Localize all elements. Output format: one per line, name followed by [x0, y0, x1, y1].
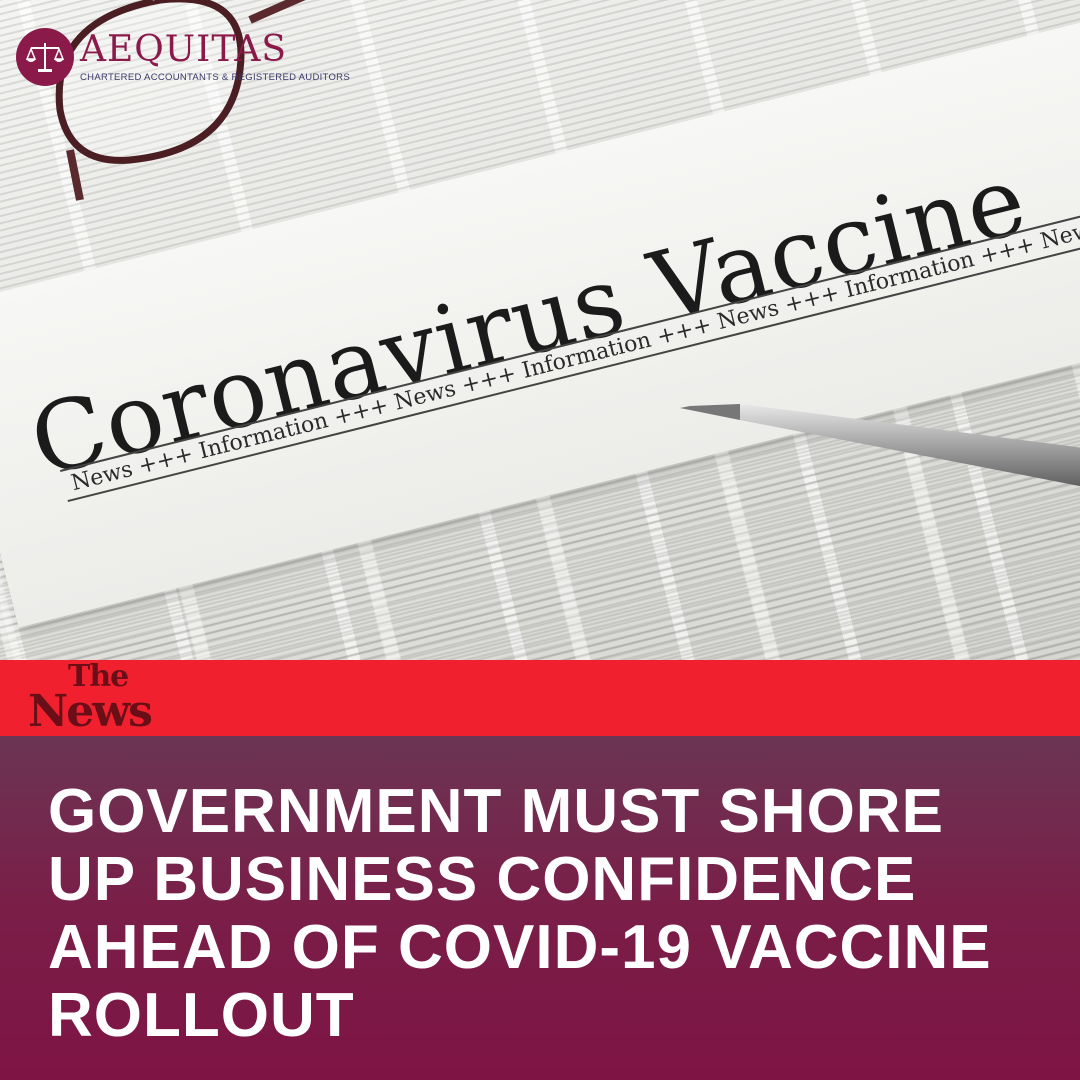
source-logo-news: News: [28, 686, 153, 737]
brand-name: AEQUITAS: [80, 28, 288, 70]
scales-icon: [16, 28, 74, 86]
pen-icon: [680, 404, 1080, 487]
source-band: The News: [0, 660, 1080, 736]
newspaper-photo: Coronavirus Vaccine News +++ Information…: [0, 0, 1080, 660]
brand-tagline: CHARTERED ACCOUNTANTS & REGISTERED AUDIT…: [80, 71, 350, 83]
source-logo: The News: [28, 662, 153, 737]
article-title: GOVERNMENT MUST SHORE UP BUSINESS CONFID…: [48, 777, 992, 1050]
brand-logo: AEQUITAS CHARTERED ACCOUNTANTS & REGISTE…: [16, 28, 350, 86]
headline-panel: GOVERNMENT MUST SHORE UP BUSINESS CONFID…: [0, 736, 1080, 1080]
